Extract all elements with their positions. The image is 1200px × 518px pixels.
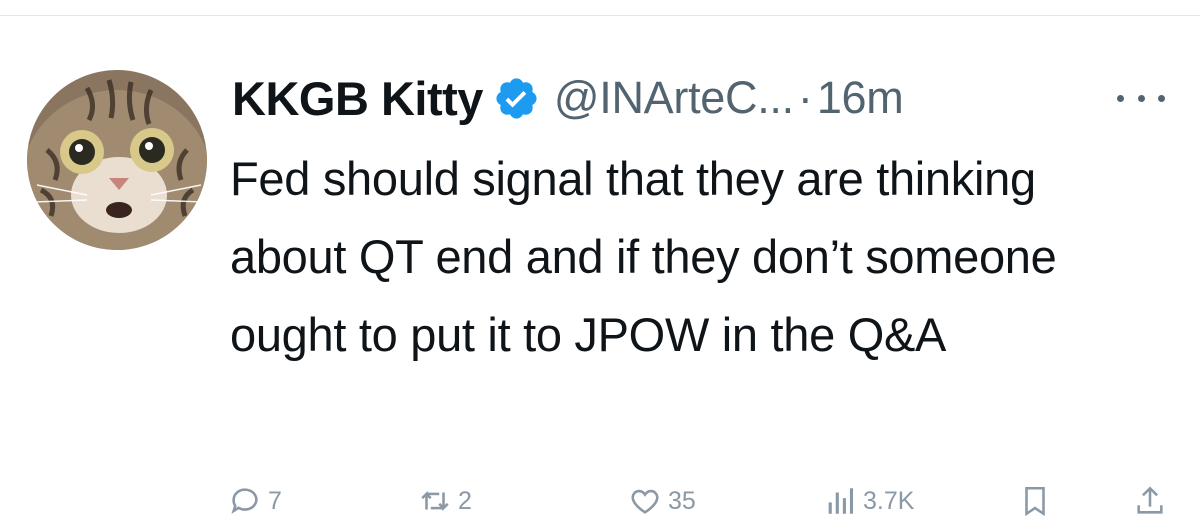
tweet-actions-bar: 7 2 35 3.7K (228, 484, 1188, 518)
retweet-count: 2 (458, 486, 472, 515)
verified-badge-icon[interactable] (493, 75, 540, 122)
top-divider (0, 15, 1200, 16)
avatar[interactable] (27, 70, 207, 250)
views-count: 3.7K (863, 486, 915, 515)
like-count: 35 (668, 486, 696, 515)
cat-avatar-image (27, 70, 207, 250)
timestamp[interactable]: 16m (817, 72, 904, 124)
heart-icon (628, 484, 662, 518)
more-dot (1117, 94, 1124, 102)
tweet-header: KKGB Kitty @INArteC... · 16m (232, 66, 904, 130)
more-options-icon[interactable] (1117, 90, 1165, 106)
reply-count: 7 (268, 486, 282, 515)
bookmark-icon (1018, 484, 1052, 518)
views-button[interactable]: 3.7K (823, 484, 914, 518)
separator-dot: · (797, 72, 813, 123)
tweet-text: Fed should signal that they are thinking… (230, 152, 1057, 361)
bookmark-button[interactable] (1018, 484, 1052, 518)
user-handle[interactable]: @INArteC... (554, 72, 794, 124)
more-dot (1137, 94, 1145, 102)
tweet-screen: KKGB Kitty @INArteC... · 16m Fed should … (0, 0, 1200, 518)
retweet-icon (418, 484, 452, 518)
retweet-button[interactable]: 2 (418, 484, 472, 518)
share-icon (1133, 484, 1167, 518)
reply-button[interactable]: 7 (228, 484, 282, 518)
display-name[interactable]: KKGB Kitty (232, 71, 483, 126)
more-dot (1158, 94, 1165, 102)
reply-icon (228, 484, 262, 518)
views-icon (823, 484, 857, 518)
share-button[interactable] (1133, 484, 1167, 518)
like-button[interactable]: 35 (628, 484, 696, 518)
